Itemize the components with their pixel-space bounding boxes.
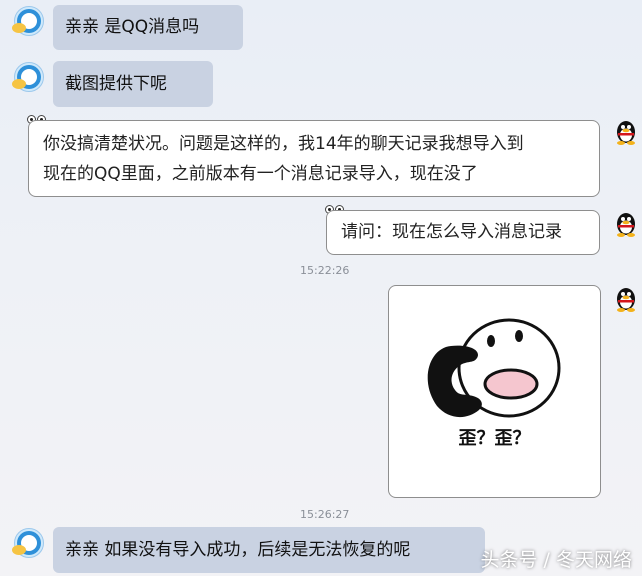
message-text: 截图提供下呢	[65, 74, 167, 94]
message-text: 亲亲 如果没有导入成功，后续是无法恢复的呢	[65, 540, 411, 560]
message-line: 你没搞清楚状况。问题是这样的，我14年的聊天记录我想导入到	[43, 134, 524, 154]
outgoing-message-bubble: 请问：现在怎么导入消息记录	[326, 210, 600, 255]
message-line: 现在的QQ里面，之前版本有一个消息记录导入，现在没了	[43, 164, 478, 184]
message-text: 请问：现在怎么导入消息记录	[341, 222, 562, 242]
incoming-message-bubble: 亲亲 如果没有导入成功，后续是无法恢复的呢	[53, 527, 485, 573]
qq-penguin-avatar-icon[interactable]	[612, 285, 640, 313]
message-timestamp: 15:26:27	[300, 508, 350, 521]
sticker-message[interactable]: 歪？歪？	[388, 285, 601, 498]
service-avatar-icon[interactable]	[12, 528, 44, 558]
message-text: 亲亲 是QQ消息吗	[65, 17, 200, 37]
service-avatar-icon[interactable]	[12, 62, 44, 92]
qq-penguin-avatar-icon[interactable]	[612, 118, 640, 146]
outgoing-message-bubble: 你没搞清楚状况。问题是这样的，我14年的聊天记录我想导入到 现在的QQ里面，之前…	[28, 120, 600, 197]
watermark-text: 头条号 / 冬天网络	[480, 549, 632, 571]
incoming-message-bubble: 亲亲 是QQ消息吗	[53, 5, 243, 50]
sticker-caption: 歪？歪？	[458, 428, 531, 449]
service-avatar-icon[interactable]	[12, 6, 44, 36]
incoming-message-bubble: 截图提供下呢	[53, 61, 213, 107]
phone-call-sticker-image	[427, 318, 561, 418]
message-timestamp: 15:22:26	[300, 264, 350, 277]
qq-penguin-avatar-icon[interactable]	[612, 210, 640, 238]
